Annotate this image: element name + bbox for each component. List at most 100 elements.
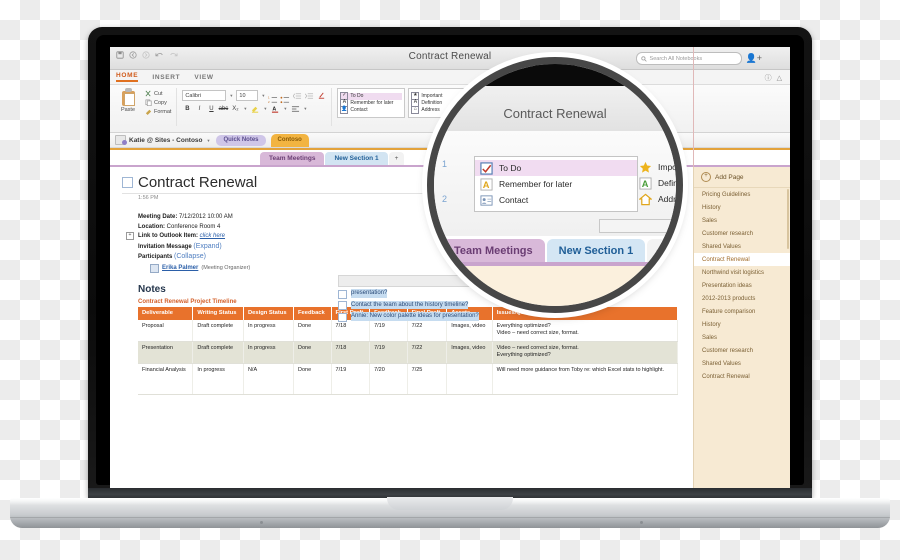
page-title-checkbox[interactable] — [122, 177, 133, 188]
magnified-tag-definition[interactable]: A Definition — [634, 175, 676, 191]
collapse-toggle[interactable]: (Collapse) — [174, 253, 206, 260]
checkbox-icon[interactable] — [338, 289, 347, 299]
magnified-tag-gallery-col2[interactable]: Important A Definition Address — [634, 156, 676, 210]
magnified-tag-gallery[interactable]: To Do A Remember for later Contact — [474, 156, 638, 212]
page-item-sales-2[interactable]: Sales — [694, 331, 790, 344]
col-design-status: Design Status — [243, 306, 295, 320]
magnified-bezel — [434, 64, 676, 86]
chevron-down-icon[interactable]: ▼ — [260, 93, 266, 98]
highlight-color-icon[interactable] — [250, 104, 260, 113]
notebook-selector[interactable]: Katie @ Sites - Contoso ▼ — [115, 135, 211, 145]
section-tab-new-section-1[interactable]: New Section 1 — [325, 152, 388, 165]
notebook-tab-quick-notes[interactable]: Quick Notes — [216, 134, 266, 146]
page-item-history-2[interactable]: History — [694, 318, 790, 331]
page-item-customer-research-2[interactable]: Customer research — [694, 344, 790, 357]
bold-button[interactable]: B — [182, 104, 192, 113]
format-button[interactable]: Format — [145, 108, 171, 115]
expand-icon[interactable]: + — [126, 232, 134, 240]
magnified-tag-contact[interactable]: Contact — [475, 192, 637, 208]
magnified-tag-remember-for-later[interactable]: A Remember for later — [475, 176, 637, 192]
bulleted-list-icon[interactable] — [280, 91, 290, 104]
align-icon[interactable] — [290, 104, 300, 113]
clear-formatting-icon[interactable] — [316, 91, 326, 100]
clipboard-commands[interactable]: Cut Copy Format — [145, 88, 171, 115]
font-size-input[interactable]: 10 — [236, 90, 259, 101]
italic-button[interactable]: I — [194, 104, 204, 113]
chevron-down-icon[interactable]: ▼ — [228, 93, 234, 98]
page-item-pricing-guidelines[interactable]: Pricing Guidelines — [694, 188, 790, 201]
cell-deliverable: Presentation — [138, 341, 194, 364]
paste-button[interactable]: Paste — [114, 88, 142, 113]
numbered-list-icon[interactable]: 12 — [268, 91, 278, 104]
tag-gallery[interactable]: ✓ To Do A Remember for later 👤 Contact — [337, 88, 406, 118]
magnified-add-section-button[interactable]: + — [647, 239, 672, 262]
page-item-history[interactable]: History — [694, 201, 790, 214]
magnified-page-area — [434, 266, 676, 306]
page-title: Contract Renewal — [138, 174, 258, 191]
expand-toggle[interactable]: (Expand) — [193, 243, 221, 250]
page-item-contract-renewal-2[interactable]: Contract Renewal — [694, 370, 790, 383]
section-tab-team-meetings[interactable]: Team Meetings — [260, 152, 325, 165]
notebook-tab-contoso[interactable]: Contoso — [270, 133, 309, 147]
click-here-link[interactable]: click here — [200, 233, 225, 239]
participant-name[interactable]: Erika Palmer — [162, 265, 198, 271]
cell-feedback-2: 7/20 — [369, 363, 408, 395]
page-list-sidebar[interactable]: + Add Page Pricing Guidelines History Sa… — [693, 167, 790, 490]
cell-feedback-1: Done — [293, 319, 332, 342]
magnified-section-tabs[interactable]: Team Meetings New Section 1 + — [434, 236, 676, 262]
ribbon-controls[interactable]: ⓘ △ — [765, 73, 782, 83]
chevron-down-icon[interactable]: ▼ — [302, 106, 308, 111]
increase-indent-icon[interactable] — [304, 91, 314, 100]
chevron-down-icon[interactable]: ▼ — [282, 106, 288, 111]
person-add-icon[interactable]: 👤+ — [746, 53, 762, 64]
chevron-down-icon[interactable]: ▼ — [206, 138, 212, 143]
help-icon[interactable]: ⓘ — [765, 73, 772, 83]
decrease-indent-icon[interactable] — [292, 91, 302, 100]
font-controls[interactable]: Calibri ▼ 10 ▼ 12 B I U abc X₂ ▼ ▼ A ▼ ▼ — [182, 88, 326, 113]
magnified-section-tab-new-section-1[interactable]: New Section 1 — [546, 239, 646, 262]
cut-button[interactable]: Cut — [145, 90, 171, 97]
subscript-button[interactable]: X₂ — [230, 104, 240, 113]
page-item-customer-research[interactable]: Customer research — [694, 227, 790, 240]
page-item-sales[interactable]: Sales — [694, 214, 790, 227]
chevron-down-icon[interactable]: ▼ — [262, 106, 268, 111]
tag-remember-for-later[interactable]: A Remember for later — [340, 99, 402, 107]
add-section-button[interactable]: + — [388, 152, 405, 165]
collapse-ribbon-icon[interactable]: △ — [777, 74, 782, 82]
svg-text:A: A — [642, 179, 649, 189]
page-item-2012-2013-products[interactable]: 2012-2013 products — [694, 292, 790, 305]
outlook-link-label: Link to Outlook Item: — [138, 233, 198, 239]
page-item-presentation-ideas[interactable]: Presentation ideas — [694, 279, 790, 292]
tag-contact[interactable]: 👤 Contact — [340, 106, 402, 114]
strikethrough-button[interactable]: abc — [218, 104, 229, 113]
page-item-contract-renewal[interactable]: Contract Renewal — [694, 253, 790, 266]
magnified-tag-to-do[interactable]: To Do — [475, 160, 637, 176]
invitation-message-label: Invitation Message — [138, 243, 192, 250]
checkbox-icon[interactable] — [338, 301, 347, 310]
checklist-item[interactable]: Annie: New color palette ideas for prese… — [338, 312, 523, 322]
font-family-input[interactable]: Calibri — [182, 90, 227, 101]
magnified-tag-address[interactable]: Address — [634, 191, 676, 207]
tab-view[interactable]: VIEW — [194, 74, 213, 81]
page-item-northwind-visit-logistics[interactable]: Northwind visit logistics — [694, 266, 790, 279]
page-item-shared-values-2[interactable]: Shared Values — [694, 357, 790, 370]
add-page-button[interactable]: + Add Page — [694, 167, 790, 188]
tab-home[interactable]: HOME — [116, 72, 139, 82]
copy-button[interactable]: Copy — [145, 99, 171, 107]
notebook-name: Katie @ Sites - Contoso — [129, 136, 203, 144]
page-item-feature-comparison[interactable]: Feature comparison — [694, 305, 790, 318]
tag-to-do[interactable]: ✓ To Do — [340, 92, 403, 100]
page-list-scrollbar[interactable] — [787, 189, 789, 249]
laptop-notch — [387, 497, 513, 510]
checkbox-icon[interactable] — [338, 312, 347, 322]
page-item-shared-values[interactable]: Shared Values — [694, 240, 790, 253]
chevron-down-icon[interactable]: ▼ — [242, 106, 248, 111]
magnified-tag-important[interactable]: Important — [634, 159, 676, 175]
search-placeholder: Search All Notebooks — [649, 55, 703, 62]
underline-button[interactable]: U — [206, 104, 216, 113]
font-color-icon[interactable]: A — [270, 104, 280, 113]
tab-insert[interactable]: INSERT — [152, 74, 180, 81]
magnified-section-tab-team-meetings[interactable]: Team Meetings — [442, 239, 545, 262]
participants-label: Participants — [138, 254, 173, 260]
paste-icon — [121, 88, 136, 106]
